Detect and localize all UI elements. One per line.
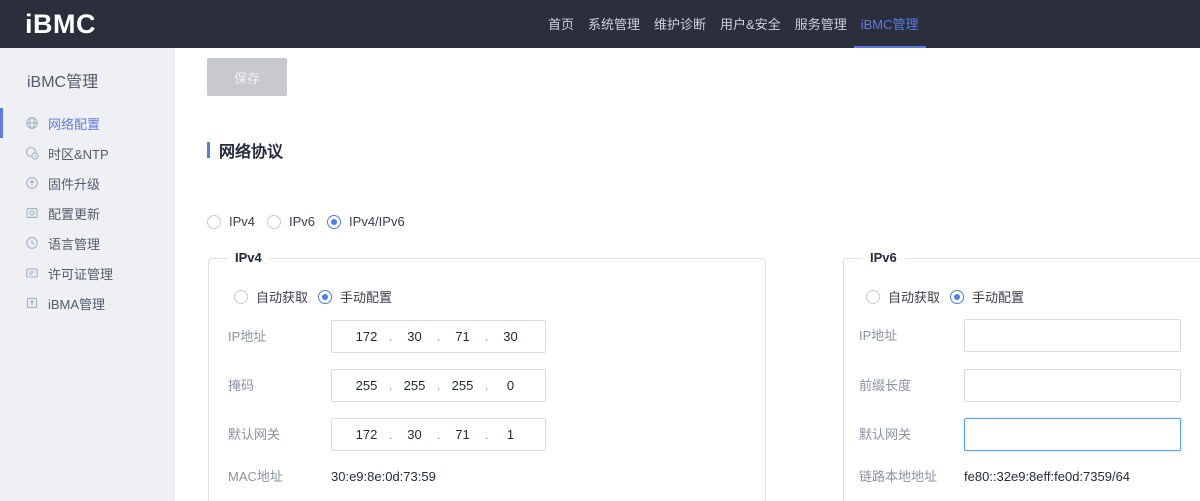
radio-icon	[234, 290, 248, 304]
sidebar-item-firmware-upgrade[interactable]: 固件升级	[0, 168, 175, 198]
save-button[interactable]: 保存	[207, 58, 287, 96]
sidebar-menu: 网络配置 时区&NTP 固件升级 配置更新	[0, 108, 175, 318]
nav-item-user-security[interactable]: 用户&安全	[713, 0, 788, 48]
octet-separator: .	[432, 427, 446, 442]
protocol-radio-group: IPv4 IPv6 IPv4/IPv6	[207, 214, 405, 229]
ipv6-ip-input[interactable]	[964, 319, 1181, 352]
ipv6-fieldset: IPv6 自动获取 手动配置 IP地址 前缀长度 默认网关 链路本地地址 fe8…	[843, 258, 1200, 501]
octet: 172	[350, 427, 384, 442]
ipv6-legend: IPv6	[862, 250, 905, 265]
octet-separator: .	[480, 329, 494, 344]
sidebar-item-ibma-management[interactable]: iBMA管理	[0, 288, 175, 318]
sidebar-item-label: 语言管理	[48, 234, 100, 253]
radio-icon	[267, 215, 281, 229]
octet: 71	[446, 427, 480, 442]
ipv4-radio-auto[interactable]: 自动获取	[234, 287, 308, 306]
octet: 1	[494, 427, 528, 442]
sidebar-item-license-management[interactable]: 许可证管理	[0, 258, 175, 288]
ipv4-ip-label: IP地址	[228, 320, 266, 353]
nav-item-ibmc-management[interactable]: iBMC管理	[854, 0, 926, 48]
section-title-network-protocol: 网络协议	[207, 138, 283, 162]
octet: 255	[446, 378, 480, 393]
nav-item-home[interactable]: 首页	[541, 0, 581, 48]
ipv4-ip-input[interactable]: 172 . 30 . 71 . 30	[331, 320, 546, 353]
radio-ipv4-ipv6[interactable]: IPv4/IPv6	[327, 214, 405, 229]
radio-icon	[318, 290, 332, 304]
ipv4-mask-label: 掩码	[228, 369, 254, 402]
octet-separator: .	[480, 427, 494, 442]
page-title: 网络协议	[219, 138, 283, 162]
octet-separator: .	[432, 378, 446, 393]
octet: 30	[398, 427, 432, 442]
octet: 172	[350, 329, 384, 344]
sidebar-title: iBMC管理	[27, 68, 98, 92]
sidebar-item-network-config[interactable]: 网络配置	[0, 108, 175, 138]
ibmc-management-page: iBMC 首页 系统管理 维护诊断 用户&安全 服务管理 iBMC管理 iBMC…	[0, 0, 1200, 501]
sidebar-item-label: 时区&NTP	[48, 144, 109, 163]
radio-ipv4[interactable]: IPv4	[207, 214, 255, 229]
ipv6-prefix-input[interactable]	[964, 369, 1181, 402]
ipv4-radio-manual[interactable]: 手动配置	[318, 287, 392, 306]
ipv4-mac-label: MAC地址	[228, 465, 283, 489]
octet: 71	[446, 329, 480, 344]
license-icon	[25, 266, 39, 280]
octet: 0	[494, 378, 528, 393]
sidebar-item-config-update[interactable]: 配置更新	[0, 198, 175, 228]
ipv6-mode-radio-group: 自动获取 手动配置	[866, 287, 1024, 306]
sidebar-item-label: 许可证管理	[48, 264, 113, 283]
sidebar-item-language-management[interactable]: 语言管理	[0, 228, 175, 258]
ipv6-radio-manual[interactable]: 手动配置	[950, 287, 1024, 306]
octet: 255	[350, 378, 384, 393]
firmware-upgrade-icon	[25, 176, 39, 190]
ibmc-logo: iBMC	[25, 0, 96, 48]
sidebar-item-label: 网络配置	[48, 114, 100, 133]
ipv4-fieldset: IPv4 自动获取 手动配置 IP地址 172 . 30 . 71 . 3	[208, 258, 766, 501]
radio-ipv6[interactable]: IPv6	[267, 214, 315, 229]
radio-icon	[327, 215, 341, 229]
topbar: iBMC 首页 系统管理 维护诊断 用户&安全 服务管理 iBMC管理	[0, 0, 1200, 48]
ipv6-link-local-label: 链路本地地址	[859, 465, 937, 489]
ibma-icon	[25, 296, 39, 310]
ipv6-ip-label: IP地址	[859, 319, 897, 352]
language-icon	[25, 236, 39, 250]
top-navigation: 首页 系统管理 维护诊断 用户&安全 服务管理 iBMC管理	[541, 0, 926, 48]
nav-item-service-management[interactable]: 服务管理	[788, 0, 854, 48]
ipv6-gateway-label: 默认网关	[859, 418, 911, 451]
ipv4-gateway-label: 默认网关	[228, 418, 280, 451]
octet: 255	[398, 378, 432, 393]
ipv4-gateway-input[interactable]: 172 . 30 . 71 . 1	[331, 418, 546, 451]
ipv4-legend: IPv4	[227, 250, 270, 265]
octet-separator: .	[480, 378, 494, 393]
radio-icon	[866, 290, 880, 304]
ipv6-link-local-value: fe80::32e9:8eff:fe0d:7359/64	[964, 465, 1130, 489]
octet-separator: .	[384, 329, 398, 344]
sidebar-item-timezone-ntp[interactable]: 时区&NTP	[0, 138, 175, 168]
nav-item-maintenance-diagnosis[interactable]: 维护诊断	[647, 0, 713, 48]
config-update-icon	[25, 206, 39, 220]
ipv4-mask-input[interactable]: 255 . 255 . 255 . 0	[331, 369, 546, 402]
ipv4-mode-radio-group: 自动获取 手动配置	[234, 287, 392, 306]
ipv6-radio-auto[interactable]: 自动获取	[866, 287, 940, 306]
title-accent-bar	[207, 142, 210, 158]
octet: 30	[494, 329, 528, 344]
ipv6-gateway-input[interactable]	[964, 418, 1181, 451]
network-icon	[25, 116, 39, 130]
sidebar-item-label: iBMA管理	[48, 294, 105, 313]
octet-separator: .	[432, 329, 446, 344]
radio-icon	[207, 215, 221, 229]
sidebar: iBMC管理 网络配置 时区&NTP 固件升级	[0, 48, 175, 501]
sidebar-item-label: 固件升级	[48, 174, 100, 193]
ipv6-prefix-label: 前缀长度	[859, 369, 911, 402]
octet: 30	[398, 329, 432, 344]
radio-icon	[950, 290, 964, 304]
sidebar-item-label: 配置更新	[48, 204, 100, 223]
main-content: 保存 网络协议 IPv4 IPv6 IPv4/IPv6 IPv4	[175, 48, 1200, 501]
nav-item-system-management[interactable]: 系统管理	[581, 0, 647, 48]
ipv4-mac-value: 30:e9:8e:0d:73:59	[331, 465, 436, 489]
octet-separator: .	[384, 378, 398, 393]
octet-separator: .	[384, 427, 398, 442]
timezone-ntp-icon	[25, 146, 39, 160]
